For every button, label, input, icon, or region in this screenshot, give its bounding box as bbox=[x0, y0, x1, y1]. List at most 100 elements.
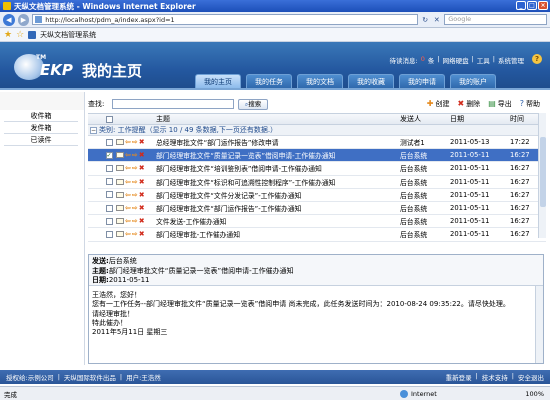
table-row[interactable]: ⇦ ⇨ ✖ 部门经理审批文件“标识和可追溯性控制程序”-工作催办通知 后台系统 2011-… bbox=[88, 176, 546, 189]
reply-icon[interactable]: ⇦ bbox=[125, 217, 131, 225]
delete-row-icon[interactable]: ✖ bbox=[139, 230, 145, 238]
forward-icon[interactable]: ⇨ bbox=[132, 230, 138, 238]
zoom-level[interactable]: 100% bbox=[525, 390, 544, 398]
delete-button[interactable]: ✖ 删除 bbox=[457, 99, 480, 109]
delete-row-icon[interactable]: ✖ bbox=[139, 217, 145, 225]
forward-icon[interactable]: ⇨ bbox=[132, 204, 138, 212]
row-sender: 后台系统 bbox=[400, 205, 428, 214]
close-button[interactable]: × bbox=[538, 1, 548, 10]
col-subject[interactable]: 主题 bbox=[156, 114, 400, 124]
row-subject[interactable]: 部门经理审批文件“文件分发记录”-工作催办通知 bbox=[156, 190, 400, 200]
row-subject[interactable]: 部门经理审批文件“培训鉴别表”借阅申请-工作催办通知 bbox=[156, 163, 400, 173]
forward-button[interactable]: ▶ bbox=[17, 13, 30, 26]
table-row[interactable]: ⇦ ⇨ ✖ 部门经理审批文件“文件分发记录”-工作催办通知 后台系统 2011-05-11… bbox=[88, 189, 546, 202]
help-icon[interactable]: ? bbox=[532, 54, 542, 64]
tab-requests[interactable]: 我的申请 bbox=[399, 74, 445, 88]
relogin-link[interactable]: 重新登录 bbox=[446, 372, 472, 382]
maximize-button[interactable]: □ bbox=[527, 1, 537, 10]
delete-row-icon[interactable]: ✖ bbox=[139, 204, 145, 212]
row-date: 2011-05-11 bbox=[450, 230, 490, 239]
row-checkbox[interactable] bbox=[105, 138, 113, 146]
tab-account[interactable]: 我的账户 bbox=[450, 74, 496, 88]
forward-icon[interactable]: ⇨ bbox=[132, 217, 138, 225]
reply-icon[interactable]: ⇦ bbox=[125, 178, 131, 186]
reply-icon[interactable]: ⇦ bbox=[125, 151, 131, 159]
table-row[interactable]: ⇦ ⇨ ✖ 总经理审批文件“部门运作报告”修改申请 测试者1 2011-05-13 17:2… bbox=[88, 136, 546, 150]
table-body: ⇦ ⇨ ✖ 总经理审批文件“部门运作报告”修改申请 测试者1 2011-05-13 17:2… bbox=[88, 136, 546, 242]
row-checkbox[interactable] bbox=[105, 230, 113, 238]
address-bar[interactable]: http://localhost/pdm_a/index.aspx?id=1 bbox=[32, 14, 418, 25]
tab-favorites[interactable]: 我的收藏 bbox=[348, 74, 394, 88]
search-input[interactable]: Google bbox=[444, 14, 548, 25]
table-scrollbar[interactable] bbox=[538, 113, 546, 238]
delete-row-icon[interactable]: ✖ bbox=[139, 138, 145, 146]
row-checkbox[interactable] bbox=[105, 191, 113, 199]
row-subject[interactable]: 文件发送-工作催办通知 bbox=[156, 216, 400, 226]
create-button[interactable]: ✚ 创建 bbox=[427, 99, 450, 109]
forward-icon[interactable]: ⇨ bbox=[132, 191, 138, 199]
delete-row-icon[interactable]: ✖ bbox=[139, 151, 145, 159]
export-button[interactable]: ▤ 导出 bbox=[488, 99, 512, 109]
link-system-admin[interactable]: 系统管理 bbox=[498, 55, 524, 65]
collapse-icon[interactable]: − bbox=[90, 126, 97, 134]
sidebar-item-outbox[interactable]: 发件箱 bbox=[4, 122, 78, 134]
find-input[interactable] bbox=[112, 99, 234, 109]
help-button[interactable]: ? 帮助 bbox=[520, 99, 540, 109]
row-subject[interactable]: 部门经理审批文件“质量记录一览表”借阅申请-工作催办通知 bbox=[156, 150, 400, 160]
preview-scrollbar[interactable] bbox=[535, 286, 543, 363]
link-tools[interactable]: 工具 bbox=[477, 55, 490, 65]
logo-title: 我的主页 bbox=[82, 62, 143, 80]
reply-icon[interactable]: ⇦ bbox=[125, 138, 131, 146]
delete-row-icon[interactable]: ✖ bbox=[139, 164, 145, 172]
notice-count[interactable]: 0 bbox=[421, 55, 425, 65]
back-button[interactable]: ◀ bbox=[3, 13, 15, 26]
forward-icon[interactable]: ⇨ bbox=[132, 138, 138, 146]
minimize-button[interactable]: _ bbox=[516, 1, 526, 10]
row-date: 2011-05-13 bbox=[450, 138, 490, 147]
row-subject[interactable]: 部门经理审批文件“标识和可追溯性控制程序”-工作催办通知 bbox=[156, 177, 400, 187]
table-row[interactable]: ✓ ⇦ ⇨ ✖ 部门经理审批文件“质量记录一览表”借阅申请-工作催办通知 后台系统 2011… bbox=[88, 149, 546, 163]
browser-tab[interactable]: 天纵文档管理系统 bbox=[40, 30, 96, 40]
support-link[interactable]: 技术支持 bbox=[482, 372, 508, 382]
col-date[interactable]: 日期 bbox=[450, 114, 510, 124]
col-sender[interactable]: 发送人 bbox=[400, 114, 450, 124]
delete-row-icon[interactable]: ✖ bbox=[139, 191, 145, 199]
stop-icon[interactable]: ✕ bbox=[433, 16, 442, 24]
refresh-icon[interactable]: ↻ bbox=[421, 16, 430, 24]
logout-link[interactable]: 安全退出 bbox=[518, 372, 544, 382]
reply-icon[interactable]: ⇦ bbox=[125, 164, 131, 172]
reply-icon[interactable]: ⇦ bbox=[125, 230, 131, 238]
forward-icon[interactable]: ⇨ bbox=[132, 164, 138, 172]
reply-icon[interactable]: ⇦ bbox=[125, 191, 131, 199]
sidebar-item-read[interactable]: 已读件 bbox=[4, 134, 78, 146]
select-all-checkbox[interactable] bbox=[105, 115, 113, 123]
search-button[interactable]: ⌕搜索 bbox=[238, 98, 268, 110]
delete-row-icon[interactable]: ✖ bbox=[139, 178, 145, 186]
row-subject[interactable]: 总经理审批文件“部门运作报告”修改申请 bbox=[156, 137, 400, 147]
reply-icon[interactable]: ⇦ bbox=[125, 204, 131, 212]
favorites-star-icon[interactable]: ★ bbox=[4, 30, 12, 40]
tab-tasks[interactable]: 我的任务 bbox=[246, 74, 292, 88]
row-checkbox[interactable] bbox=[105, 217, 113, 225]
row-sender: 后台系统 bbox=[400, 165, 428, 174]
tab-documents[interactable]: 我的文档 bbox=[297, 74, 343, 88]
group-header[interactable]: − 类别: 工作提醒（显示 10 / 49 条数据,下一页还有数据.） bbox=[88, 125, 546, 136]
table-row[interactable]: ⇦ ⇨ ✖ 部门经理审批文件“部门运作报告”-工作催办通知 后台系统 2011-05-11… bbox=[88, 202, 546, 216]
row-subject[interactable]: 部门经理审批-工作催办通知 bbox=[156, 229, 400, 239]
table-row[interactable]: ⇦ ⇨ ✖ 部门经理审批-工作催办通知 后台系统 2011-05-11 16:27 bbox=[88, 228, 546, 242]
row-checkbox[interactable] bbox=[105, 178, 113, 186]
table-row[interactable]: ⇦ ⇨ ✖ 文件发送-工作催办通知 后台系统 2011-05-11 16:27 bbox=[88, 215, 546, 229]
tab-home[interactable]: 我的主页 bbox=[195, 74, 241, 88]
sidebar-item-inbox[interactable]: 收件箱 bbox=[4, 110, 78, 122]
forward-icon[interactable]: ⇨ bbox=[132, 178, 138, 186]
preview-subject: 部门经理审批文件“质量记录一览表”借阅申请-工作催办通知 bbox=[108, 266, 294, 275]
row-checkbox[interactable] bbox=[105, 164, 113, 172]
row-checkbox[interactable] bbox=[105, 204, 113, 212]
forward-icon[interactable]: ⇨ bbox=[132, 151, 138, 159]
link-network-disk[interactable]: 网络硬盘 bbox=[443, 55, 469, 65]
row-sender: 后台系统 bbox=[400, 191, 428, 200]
row-subject[interactable]: 部门经理审批文件“部门运作报告”-工作催办通知 bbox=[156, 203, 400, 213]
table-row[interactable]: ⇦ ⇨ ✖ 部门经理审批文件“培训鉴别表”借阅申请-工作催办通知 后台系统 2011-05… bbox=[88, 162, 546, 176]
add-favorite-icon[interactable]: ☆ bbox=[16, 30, 24, 40]
row-checkbox[interactable]: ✓ bbox=[105, 151, 113, 159]
